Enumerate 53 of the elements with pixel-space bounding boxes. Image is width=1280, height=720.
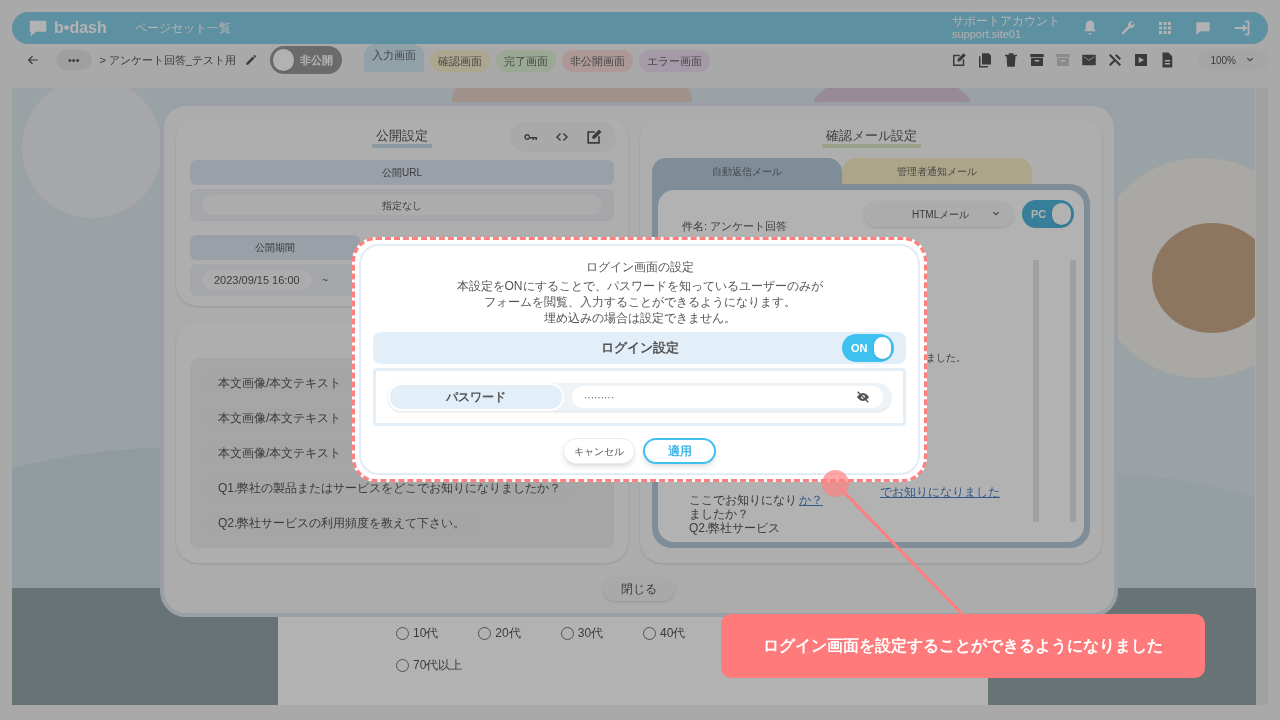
- url-field[interactable]: 指定なし: [202, 195, 602, 215]
- screen-tab[interactable]: 確認画面: [430, 50, 491, 72]
- radio-option[interactable]: 40代: [643, 624, 686, 642]
- radio-option[interactable]: 70代以上: [396, 656, 463, 674]
- radio-option[interactable]: 30代: [560, 624, 604, 642]
- field-label: 公開URL: [190, 160, 614, 185]
- mail-tab[interactable]: 自動返信メール: [652, 158, 842, 184]
- card-title: 公開設定: [372, 128, 432, 148]
- mail-subject: 件名: アンケート回答: [682, 219, 789, 234]
- format-select[interactable]: HTMLメール: [864, 201, 1014, 227]
- card-title: 確認メール設定: [821, 128, 921, 148]
- screen-tab[interactable]: 完了画面: [496, 50, 557, 72]
- radio-option[interactable]: 20代: [478, 624, 521, 642]
- breadcrumb-more[interactable]: •••: [56, 50, 92, 70]
- preview-text: Q2.弊社サービス: [689, 521, 782, 535]
- mail-tab[interactable]: 管理者通知メール: [842, 158, 1032, 184]
- password-field[interactable]: ·········: [572, 386, 883, 408]
- archive-icon[interactable]: [1028, 51, 1047, 69]
- breadcrumb: > アンケート回答_テスト用: [99, 52, 237, 68]
- annotation-callout: ログイン画面を設定することができるようになりました: [721, 614, 1205, 678]
- apply-button[interactable]: 適用: [643, 438, 716, 464]
- dialog-description: 本設定をONにすることで、パスワードを知っているユーザーのみが: [456, 278, 823, 294]
- date-field[interactable]: 2023/09/15 16:00: [202, 270, 312, 290]
- edit-icon[interactable]: [950, 51, 969, 69]
- preview-text: ましたか？: [689, 507, 750, 521]
- preview-text: ここでお知りになり: [689, 493, 797, 507]
- section-title: ログイン設定: [600, 339, 679, 358]
- dialog-description: 埋め込みの場合は設定できません。: [543, 310, 736, 326]
- toggle-label: ON: [850, 340, 869, 356]
- toggle-label: PC: [1030, 206, 1048, 222]
- field-label: パスワード: [388, 383, 564, 411]
- preview-link[interactable]: でお知りになりました: [880, 483, 1000, 501]
- preview-text: ました。: [926, 351, 966, 365]
- close-button[interactable]: 閉じる: [603, 577, 675, 601]
- edit-icon[interactable]: [584, 127, 604, 147]
- account-name: サポートアカウント: [952, 15, 1060, 28]
- cancel-button[interactable]: キャンセル: [563, 438, 635, 464]
- screen-tab[interactable]: エラー画面: [639, 50, 711, 72]
- screen-tab[interactable]: 非公開画面: [562, 50, 634, 72]
- preview-link[interactable]: か？: [799, 493, 823, 507]
- account-id: support.site01: [952, 28, 1023, 41]
- back-arrow-icon[interactable]: [26, 53, 40, 67]
- eye-slash-icon[interactable]: [855, 389, 871, 405]
- zoom-select[interactable]: 100%: [1198, 49, 1268, 71]
- field-label: 公開期間: [190, 235, 360, 260]
- toggle-label: 非公開: [299, 52, 335, 68]
- dialog-description: フォームを閲覧、入力することができるようになります。: [483, 294, 796, 310]
- range-separator: ~: [321, 272, 329, 288]
- screen-tab[interactable]: 入力画面: [364, 44, 425, 72]
- toggle-switch[interactable]: 非公開: [270, 46, 343, 74]
- dialog-title: ログイン画面の設定: [585, 259, 694, 276]
- pencil-icon[interactable]: [244, 53, 259, 67]
- radio-option[interactable]: 10代: [396, 624, 439, 642]
